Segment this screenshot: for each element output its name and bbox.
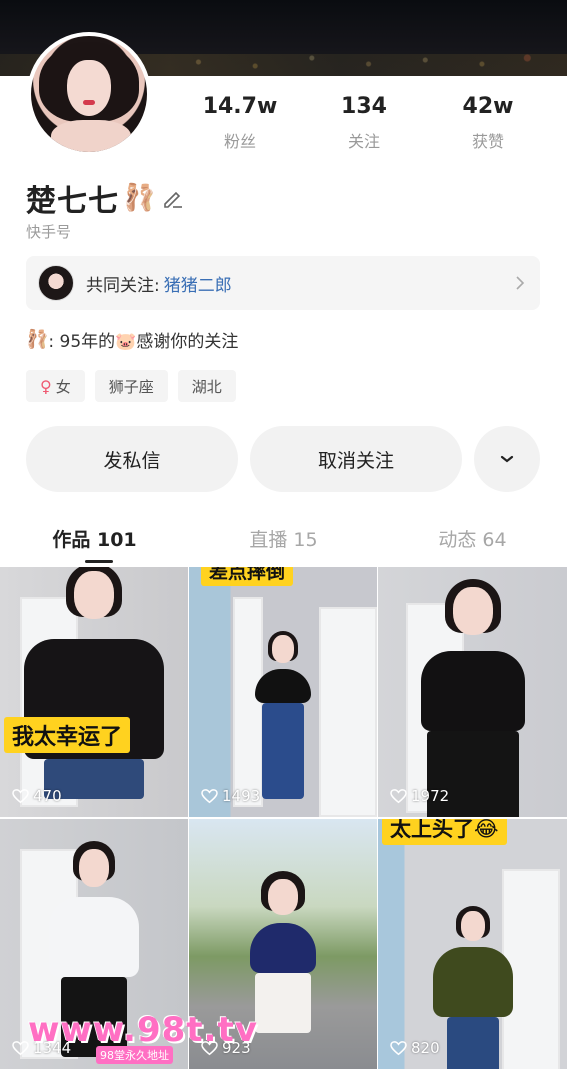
likes-count: 470: [33, 787, 62, 805]
tab-live[interactable]: 直播 15: [189, 524, 378, 564]
profile-stats: 14.7w 粉丝 134 关注 42w 获赞: [178, 92, 550, 152]
stat-value: 14.7w: [202, 94, 278, 119]
video-likes: 470: [12, 787, 62, 805]
person-top: [250, 923, 316, 973]
stat-label: 粉丝: [223, 132, 256, 151]
likes-count: 1493: [222, 787, 261, 805]
person-top: [49, 897, 139, 977]
stat-label: 获赞: [471, 132, 504, 151]
person: [432, 906, 513, 1069]
bio-text: : 95年的🐷感谢你的关注: [48, 332, 239, 352]
likes-count: 820: [411, 1039, 440, 1057]
door: [319, 607, 377, 817]
bio: 🩰 : 95年的🐷感谢你的关注: [26, 327, 238, 352]
person-hair: [455, 906, 490, 938]
video-thumbnail[interactable]: 差点摔倒 1493: [189, 567, 377, 817]
heart-icon: [390, 1040, 407, 1055]
video-likes: 1972: [390, 787, 449, 805]
avatar-face: [67, 60, 111, 116]
stat-followers[interactable]: 14.7w 粉丝: [178, 92, 302, 152]
video-likes: 1493: [201, 787, 260, 805]
person-head: [261, 871, 305, 915]
video-caption: 我太幸运了: [4, 717, 131, 753]
video-grid: 我太幸运了 470 差点摔倒 1493 1972 1344 923 太上头了😂 …: [0, 567, 567, 1070]
person-hair: [73, 841, 115, 881]
avatar-lip: [83, 100, 95, 105]
tag-text: 湖北: [191, 377, 222, 396]
person-bottom: [255, 973, 311, 1033]
person-top: [432, 947, 513, 1017]
tab-active-indicator: [85, 560, 113, 563]
tag-gender: ♀ 女: [26, 370, 85, 402]
mutual-name[interactable]: 猪猪二郎: [164, 271, 232, 296]
name-row: 楚七七 🩰: [26, 176, 185, 220]
send-message-button[interactable]: 发私信: [26, 426, 238, 492]
female-icon: ♀: [40, 376, 52, 396]
person: [24, 567, 164, 799]
person-bottom: [446, 1017, 499, 1069]
tab-works[interactable]: 作品 101: [0, 524, 189, 564]
person-hair: [261, 871, 305, 911]
avatar[interactable]: [27, 32, 151, 156]
stat-label: 关注: [347, 132, 380, 151]
ballet-shoes-emoji: 🩰: [123, 183, 156, 213]
video-likes: 820: [390, 1039, 440, 1057]
video-caption: 太上头了😂: [382, 819, 507, 845]
stat-following[interactable]: 134 关注: [302, 92, 426, 152]
tab-moments[interactable]: 动态 64: [378, 524, 567, 564]
heart-icon: [12, 788, 29, 803]
watermark-subtext: 98堂永久地址: [96, 1046, 173, 1064]
person: [250, 871, 316, 1033]
content-tabs: 作品 101 直播 15 动态 64: [0, 524, 567, 564]
profile-name: 楚七七: [26, 184, 119, 219]
mutual-label: 共同关注:: [86, 275, 160, 296]
chevron-right-icon: [516, 276, 525, 290]
unfollow-button[interactable]: 取消关注: [250, 426, 462, 492]
person-head: [444, 579, 501, 635]
person-hair: [444, 579, 501, 633]
tag-location: 湖北: [177, 370, 236, 402]
likes-count: 1972: [411, 787, 450, 805]
mutual-avatar: [38, 265, 74, 301]
person: [255, 631, 311, 799]
stat-value: 134: [341, 94, 387, 119]
person-hair: [66, 567, 122, 617]
avatar-body: [51, 120, 131, 152]
mutual-follow-row[interactable]: 共同关注: 猪猪二郎: [26, 256, 540, 310]
person-top: [255, 669, 311, 703]
video-thumbnail[interactable]: 1972: [378, 567, 567, 817]
video-thumbnail[interactable]: 我太幸运了 470: [0, 567, 188, 817]
ballet-shoes-emoji: 🩰: [26, 329, 49, 350]
person-head: [455, 906, 490, 941]
tag-text: 女: [55, 377, 71, 396]
stat-likes[interactable]: 42w 获赞: [426, 92, 550, 152]
tag-text: 狮子座: [108, 377, 154, 396]
edit-icon[interactable]: [161, 186, 185, 210]
more-button[interactable]: [474, 426, 540, 492]
chevron-down-icon: [500, 455, 514, 463]
person-top: [420, 651, 525, 731]
tag-zodiac: 狮子座: [94, 370, 168, 402]
kuaishou-id-label[interactable]: 快手号: [26, 221, 71, 242]
video-caption: 差点摔倒: [201, 567, 294, 586]
person-hair: [268, 631, 298, 661]
person-bottom: [262, 703, 304, 799]
profile-tags: ♀ 女 狮子座 湖北: [26, 370, 236, 402]
heart-icon: [12, 1040, 29, 1055]
person: [420, 579, 525, 817]
heart-icon: [390, 788, 407, 803]
video-thumbnail[interactable]: 太上头了😂 820: [378, 819, 567, 1069]
person-head: [73, 841, 115, 887]
person-head: [268, 631, 298, 663]
watermark: www.98t.tv: [28, 1010, 258, 1050]
stat-value: 42w: [462, 94, 514, 119]
heart-icon: [201, 788, 218, 803]
person-head: [66, 567, 122, 619]
